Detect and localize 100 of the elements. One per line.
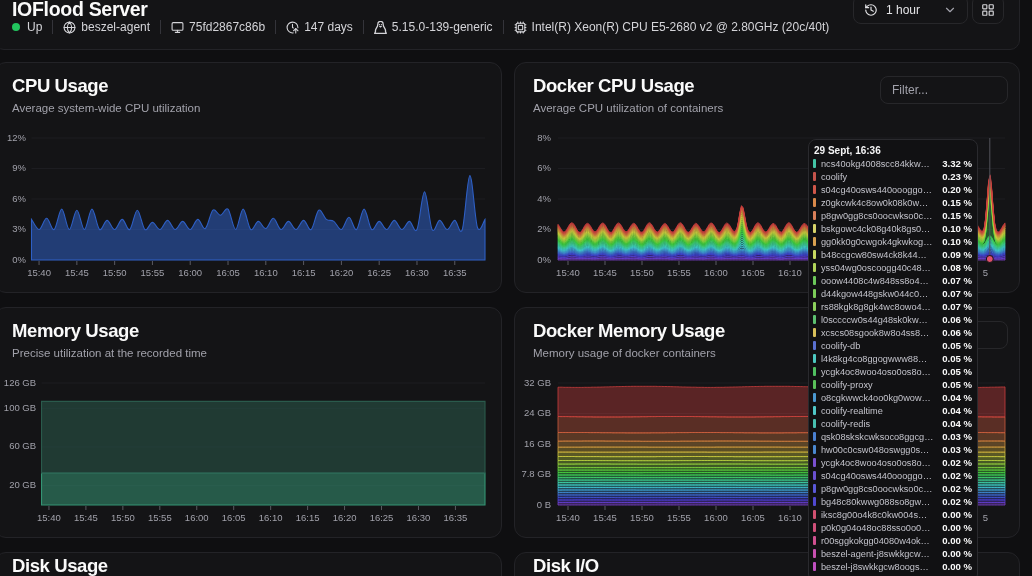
axis-label: 15:40 xyxy=(27,266,51,278)
axis-label: 15:50 xyxy=(110,511,135,523)
container-name: beszel-j8swkkgcw8oogs… xyxy=(821,561,930,572)
point-marker-icon xyxy=(985,255,994,263)
tick-mark xyxy=(567,505,569,511)
axis-label: 16:00 xyxy=(184,511,209,523)
axis-label: 3% xyxy=(12,223,26,234)
axis-label: 6% xyxy=(537,162,551,173)
time-range-dropdown[interactable]: 1 hour xyxy=(853,0,968,24)
axis-label: 16:05 xyxy=(741,266,765,278)
grid-icon xyxy=(981,2,995,17)
axis-label: 15:50 xyxy=(102,266,127,278)
axis-label: 100 GB xyxy=(3,401,37,413)
axis-label: 16:20 xyxy=(329,266,354,278)
tick-mark xyxy=(567,260,569,266)
tick-mark xyxy=(454,260,456,266)
tick-mark xyxy=(641,260,643,266)
card-title: Docker Memory Usage xyxy=(533,319,725,343)
container-name: p8gw0gg8cs0oocwkso0c… xyxy=(821,483,934,494)
layout-toggle-button[interactable] xyxy=(972,0,1004,24)
tick-mark xyxy=(789,260,791,266)
axis-label: 16:00 xyxy=(178,266,203,278)
axis-label: 15:45 xyxy=(593,511,617,523)
container-name: iksc8g00o4k8c0kw004s… xyxy=(821,509,929,520)
container-name: d44kgow448gskw044c0… xyxy=(821,288,930,299)
axis-label: 16:10 xyxy=(253,266,278,278)
tick-mark xyxy=(151,260,153,266)
cpu-value: 0.15 % xyxy=(942,210,972,221)
axis-label: 16:35 xyxy=(442,266,467,278)
tick-mark xyxy=(752,505,754,511)
container-name: ycgk4oc8woo4oso0os8o… xyxy=(821,457,932,468)
axis-label: 16:15 xyxy=(291,266,316,278)
container-name: bskgowc4ck08g40k8gs0… xyxy=(821,223,932,234)
card-subtitle: Precise utilization at the recorded time xyxy=(12,346,207,361)
tick-mark xyxy=(38,260,40,266)
status-text: Up xyxy=(27,19,43,36)
tick-mark xyxy=(189,260,191,266)
cpu-value: 0.09 % xyxy=(942,249,972,260)
cpu-value: 0.02 % xyxy=(942,496,972,507)
cpu-value: 0.00 % xyxy=(942,548,972,559)
cpu-value: 0.06 % xyxy=(942,314,972,325)
container-name: coolify-redis xyxy=(821,418,871,429)
card-subtitle: Average system-wide CPU utilization xyxy=(12,101,201,116)
tick-mark xyxy=(418,505,419,511)
axis-label: 0% xyxy=(537,253,551,265)
server-title: IOFlood Server xyxy=(12,0,149,18)
card-title: CPU Usage xyxy=(12,74,110,98)
container-name: r00sggkokgg04080w4ok… xyxy=(821,535,931,546)
container-name: beszel-agent-j8swkkgcw… xyxy=(821,548,931,559)
container-name: xcscs08sgook8w8o4ss8… xyxy=(821,327,931,338)
cpu-value: 0.02 % xyxy=(942,483,972,494)
container-name: ooow4408c4w848ss8o4… xyxy=(821,275,930,286)
tooltip-title: 29 Sept, 16:36 xyxy=(813,144,882,157)
axis-label: 16:10 xyxy=(778,511,802,523)
axis-label: 15:55 xyxy=(667,266,691,278)
container-name: l0sccccw0s44g48sk0kw… xyxy=(821,314,929,325)
clock-icon xyxy=(286,20,300,34)
tick-mark xyxy=(85,505,87,511)
tick-mark xyxy=(715,260,717,266)
cpu-value: 0.07 % xyxy=(942,301,972,312)
container-name: coolify xyxy=(821,171,849,182)
container-name: coolify-realtime xyxy=(821,405,884,416)
cpu-model: Intel(R) Xeon(R) CPU E5-2680 v2 @ 2.80GHz (20c/40t) xyxy=(531,19,830,36)
axis-label: 6% xyxy=(12,192,26,204)
axis-label: 16:00 xyxy=(704,511,728,523)
tick-mark xyxy=(641,505,643,511)
axis-label: 4% xyxy=(537,192,551,204)
tick-mark xyxy=(114,260,116,266)
cpu-value: 0.10 % xyxy=(942,223,972,234)
axis-label: 15:55 xyxy=(667,511,691,523)
tick-mark xyxy=(265,260,267,266)
axis-label: 126 GB xyxy=(3,376,37,388)
tick-mark xyxy=(752,260,754,266)
cpu-value: 0.05 % xyxy=(942,353,972,364)
container-name: yss04wg0oscoogg40c48… xyxy=(821,262,932,273)
axis-label: 16:20 xyxy=(332,511,357,523)
axis-label: 24 GB xyxy=(524,407,551,418)
axis-label: 12% xyxy=(7,131,26,143)
uptime-text: 147 days xyxy=(304,19,353,36)
card-title: Disk Usage xyxy=(12,557,108,575)
cpu-value: 0.08 % xyxy=(942,262,972,273)
container-name: coolify-proxy xyxy=(821,379,874,390)
cpu-value: 0.00 % xyxy=(942,509,972,520)
axis-label: 5 xyxy=(982,266,988,278)
tick-mark xyxy=(715,505,717,511)
card-title: Memory Usage xyxy=(12,319,140,343)
axis-label: 15:55 xyxy=(140,266,165,278)
tick-mark xyxy=(678,505,680,511)
axis-label: 16:05 xyxy=(221,511,246,523)
container-name: ncs40okg4008scc84kkw… xyxy=(821,158,931,169)
cpu-value: 0.02 % xyxy=(942,470,972,481)
axis-label: 60 GB xyxy=(9,440,37,452)
tick-mark xyxy=(344,505,346,511)
cpu-value: 0.02 % xyxy=(942,457,972,468)
axis-label: 15:40 xyxy=(556,266,580,278)
container-name: l4k8kg4co8ggogwww88… xyxy=(821,353,929,364)
filter-field[interactable]: Filter... xyxy=(880,76,1008,104)
history-icon xyxy=(864,2,878,17)
cpu-value: 0.05 % xyxy=(942,366,972,377)
tick-mark xyxy=(227,260,229,266)
